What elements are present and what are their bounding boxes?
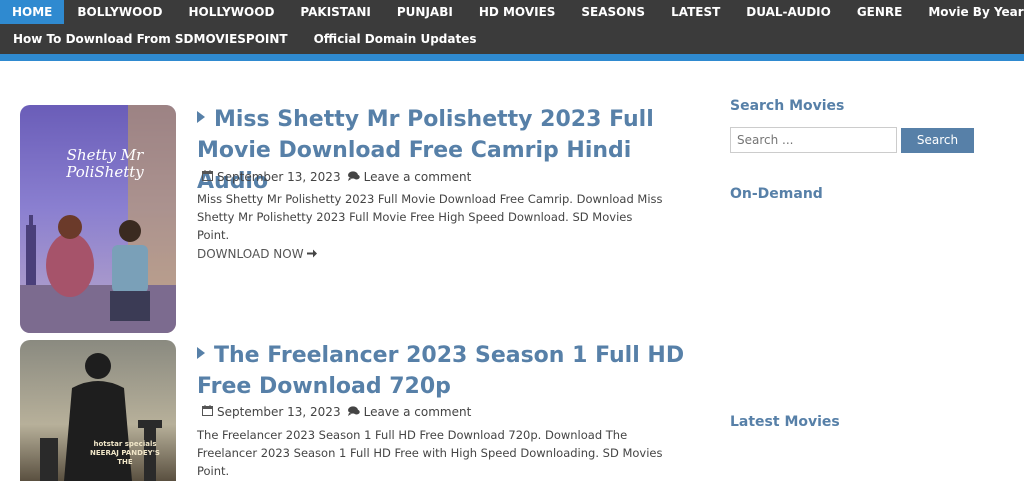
caret-right-icon bbox=[197, 111, 205, 123]
search-movies-heading: Search Movies bbox=[730, 98, 845, 114]
post-excerpt: The Freelancer 2023 Season 1 Full HD Fre… bbox=[197, 428, 663, 478]
on-demand-heading: On-Demand bbox=[730, 186, 823, 202]
calendar-icon bbox=[202, 405, 213, 419]
post-excerpt: Miss Shetty Mr Polishetty 2023 Full Movi… bbox=[197, 192, 663, 242]
nav-item-seasons[interactable]: SEASONS bbox=[568, 0, 658, 24]
nav-item-hollywood[interactable]: HOLLYWOOD bbox=[175, 0, 287, 24]
comments-icon bbox=[347, 405, 360, 419]
comments-icon bbox=[347, 170, 360, 184]
nav-row-primary: HOME BOLLYWOOD HOLLYWOOD PAKISTANI PUNJA… bbox=[0, 0, 1024, 24]
download-now-label: DOWNLOAD NOW bbox=[197, 247, 304, 261]
post-title-text: The Freelancer 2023 Season 1 Full HD Fre… bbox=[197, 343, 685, 399]
nav-item-bollywood[interactable]: BOLLYWOOD bbox=[64, 0, 175, 24]
nav-item-movie-by-year[interactable]: Movie By Year bbox=[915, 0, 1024, 24]
leave-comment-link[interactable]: Leave a comment bbox=[364, 170, 472, 184]
poster-title-text: Shetty Mr PoliShetty bbox=[66, 146, 144, 181]
nav-item-punjabi[interactable]: PUNJABI bbox=[384, 0, 466, 24]
nav-item-domain-updates[interactable]: Official Domain Updates bbox=[301, 27, 490, 51]
download-now-link[interactable]: DOWNLOAD NOW bbox=[197, 247, 318, 261]
leave-comment-link[interactable]: Leave a comment bbox=[364, 405, 472, 419]
post-thumbnail[interactable]: Shetty Mr PoliShetty bbox=[20, 105, 176, 333]
post-thumbnail[interactable]: hotstar specials NEERAJ PANDEY'S THE bbox=[20, 340, 176, 481]
nav-item-latest[interactable]: LATEST bbox=[658, 0, 733, 24]
search-button[interactable]: Search bbox=[901, 128, 974, 153]
arrow-right-icon bbox=[307, 247, 318, 261]
nav-item-hd-movies[interactable]: HD MOVIES bbox=[466, 0, 569, 24]
main-navigation: HOME BOLLYWOOD HOLLYWOOD PAKISTANI PUNJA… bbox=[0, 0, 1024, 54]
nav-row-secondary: How To Download From SDMOVIESPOINT Offic… bbox=[0, 27, 490, 51]
nav-item-home[interactable]: HOME bbox=[0, 0, 65, 24]
movie-poster-image bbox=[20, 105, 176, 333]
nav-item-how-to-download[interactable]: How To Download From SDMOVIESPOINT bbox=[0, 27, 301, 51]
nav-item-genre[interactable]: GENRE bbox=[844, 0, 916, 24]
search-input[interactable] bbox=[730, 127, 897, 153]
poster-title-text: hotstar specials NEERAJ PANDEY'S THE bbox=[90, 440, 160, 466]
nav-accent-bar bbox=[0, 54, 1024, 61]
post-date[interactable]: September 13, 2023 bbox=[217, 405, 341, 419]
nav-item-pakistani[interactable]: PAKISTANI bbox=[287, 0, 383, 24]
nav-item-dual-audio[interactable]: DUAL-AUDIO bbox=[733, 0, 844, 24]
post-meta: September 13, 2023 Leave a comment bbox=[202, 170, 471, 184]
post-meta: September 13, 2023 Leave a comment bbox=[202, 405, 471, 419]
latest-movies-heading: Latest Movies bbox=[730, 414, 840, 430]
post-title-link[interactable]: The Freelancer 2023 Season 1 Full HD Fre… bbox=[197, 340, 687, 402]
calendar-icon bbox=[202, 170, 213, 184]
post-date[interactable]: September 13, 2023 bbox=[217, 170, 341, 184]
caret-right-icon bbox=[197, 347, 205, 359]
